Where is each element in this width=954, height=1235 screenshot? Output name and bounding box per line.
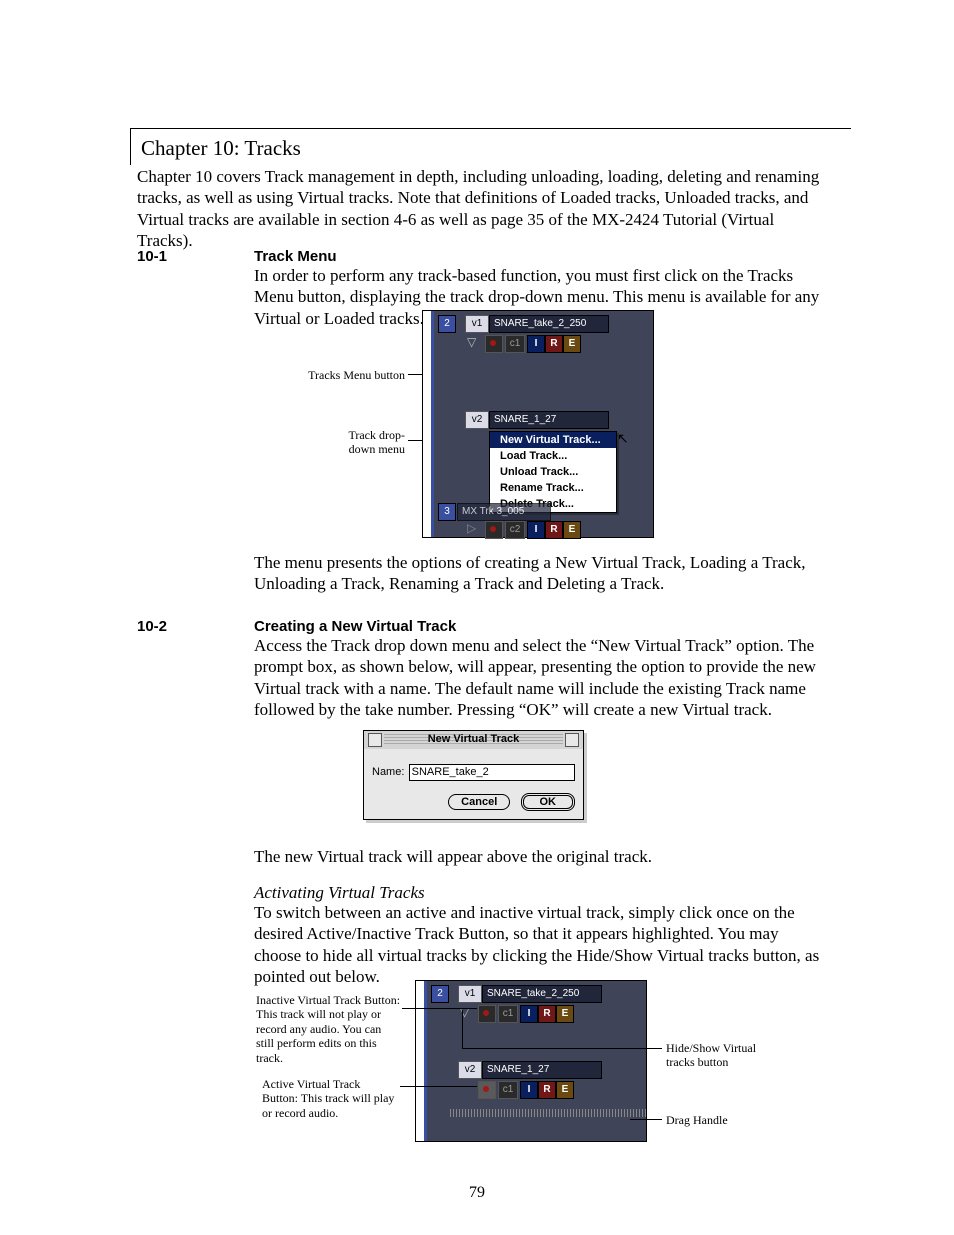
ok-button[interactable]: OK [521,793,576,811]
callout-line [402,1008,477,1009]
edit-button[interactable]: E [556,1005,574,1023]
track-number: 2 [438,315,456,333]
input-button[interactable]: I [520,1005,538,1023]
subsection-title: Activating Virtual Tracks [254,882,829,903]
callout-drag-handle: Drag Handle [666,1113,786,1127]
section-body: Access the Track drop down menu and sele… [254,635,829,720]
track-name: SNARE_1_27 [489,411,609,429]
callout-track-dropdown-l2: down menu [320,442,405,456]
chapter-title: Chapter 10: Tracks [130,128,851,165]
section-number: 10-2 [137,618,167,637]
figure-virtual-tracks: 2 v1 SNARE_take_2_250 ▽ c1 I R E v2 SNAR… [415,980,647,1142]
tracks-menu-button[interactable]: ▷ [467,521,476,535]
menu-item-load-track[interactable]: Load Track... [490,448,616,464]
callout-line [462,1010,463,1048]
record-button[interactable]: R [545,335,563,353]
section-body: The new Virtual track will appear above … [254,846,829,867]
track-name-input[interactable] [409,764,575,781]
figure-margin [424,981,427,1141]
track-name: MX Trk 3_005 [457,503,551,521]
callout-line [630,1119,662,1120]
callout-line [400,1086,477,1087]
callout-track-dropdown-l1: Track drop- [320,428,405,442]
virtual-track-button[interactable]: v1 [458,985,482,1003]
track-name: SNARE_take_2_250 [489,315,609,333]
section-title: Track Menu [254,248,337,267]
virtual-track-button[interactable]: v2 [458,1061,482,1079]
track-name: SNARE_take_2_250 [482,985,602,1003]
figure-track-menu: 2 v1 SNARE_take_2_250 ▽ c1 I R E v2 SNAR… [422,310,654,538]
page-number: 79 [0,1183,954,1203]
new-virtual-track-dialog: New Virtual Track Name: Cancel OK [363,730,584,820]
zoom-icon[interactable] [565,733,579,747]
virtual-track-button[interactable]: v1 [465,315,489,333]
name-label: Name: [372,766,404,778]
drag-handle[interactable] [450,1109,646,1117]
channel-label: c1 [498,1081,518,1099]
virtual-track-button[interactable]: v2 [465,411,489,429]
tracks-menu-button[interactable]: ▽ [467,335,476,349]
record-indicator-icon [485,335,503,353]
section-title: Creating a New Virtual Track [254,618,456,637]
callout-hide-show: Hide/Show Virtual tracks button [666,1041,786,1070]
figure-margin [416,981,424,1141]
section-number: 10-1 [137,248,167,267]
callout-inactive-track: Inactive Virtual Track Button: This trac… [256,993,401,1065]
menu-item-rename-track[interactable]: Rename Track... [490,480,616,496]
dialog-titlebar[interactable]: New Virtual Track [364,731,583,749]
edit-button[interactable]: E [563,521,581,539]
section-body: The menu presents the options of creatin… [254,552,829,595]
input-button[interactable]: I [527,335,545,353]
callout-line [462,1048,662,1049]
chapter-intro: Chapter 10 covers Track management in de… [137,166,827,251]
channel-label: c1 [498,1005,518,1023]
cursor-icon: ↖ [617,431,629,449]
channel-label: c2 [505,521,525,539]
record-button[interactable]: R [545,521,563,539]
record-indicator-icon [485,521,503,539]
track-number: 2 [431,985,449,1003]
active-track-button[interactable] [478,1081,496,1099]
inactive-track-button[interactable] [478,1005,496,1023]
input-button[interactable]: I [527,521,545,539]
track-name: SNARE_1_27 [482,1061,602,1079]
cancel-button[interactable]: Cancel [448,794,510,810]
edit-button[interactable]: E [556,1081,574,1099]
menu-item-new-virtual-track[interactable]: New Virtual Track... [490,432,616,448]
record-button[interactable]: R [538,1081,556,1099]
track-number: 3 [438,503,456,521]
callout-active-track: Active Virtual Track Button: This track … [262,1077,397,1120]
callout-tracks-menu-button: Tracks Menu button [285,368,405,382]
channel-label: c1 [505,335,525,353]
menu-item-unload-track[interactable]: Unload Track... [490,464,616,480]
record-button[interactable]: R [538,1005,556,1023]
figure-margin [423,311,431,537]
edit-button[interactable]: E [563,335,581,353]
track-dropdown-menu[interactable]: New Virtual Track... Load Track... Unloa… [489,431,617,513]
section-body: To switch between an active and inactive… [254,902,829,987]
figure-margin [431,311,434,537]
input-button[interactable]: I [520,1081,538,1099]
dialog-title: New Virtual Track [364,733,583,745]
